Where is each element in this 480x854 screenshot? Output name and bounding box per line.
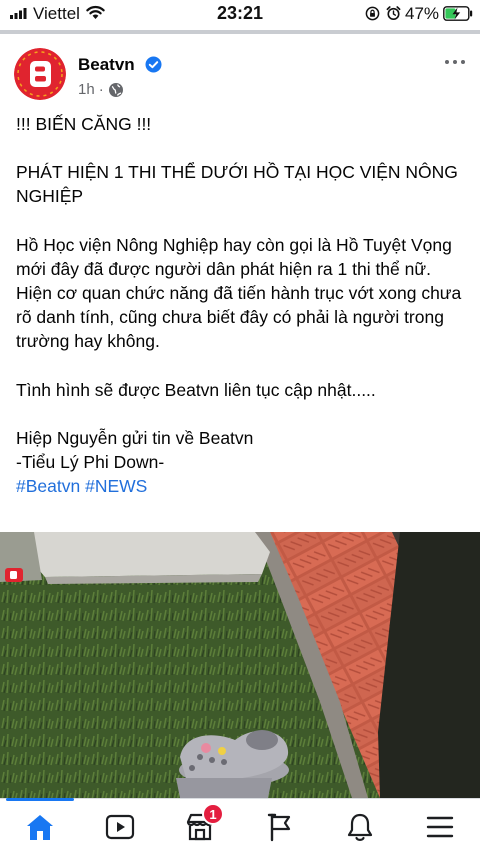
nav-home[interactable] (20, 809, 60, 845)
avatar[interactable] (14, 48, 66, 100)
post-age[interactable]: 1h (78, 81, 95, 98)
nav-pages[interactable] (260, 809, 300, 845)
post-meta: 1h · (78, 81, 124, 98)
hashtag-link[interactable]: #NEWS (85, 476, 147, 496)
post-author[interactable]: Beatvn (78, 55, 135, 75)
bottom-nav: 1 (0, 798, 480, 854)
more-dot-icon (453, 60, 457, 64)
rotation-lock-icon (365, 6, 380, 21)
beatvn-logo-icon (14, 48, 66, 100)
post-photo-image (0, 532, 480, 798)
post-header: Beatvn 1h · (0, 40, 480, 106)
more-dot-icon (445, 60, 449, 64)
more-dot-icon (461, 60, 465, 64)
globe-icon (108, 82, 123, 97)
post-text: !!! BIẾN CĂNG !!! PHÁT HIỆN 1 THI THỂ DƯ… (16, 112, 466, 498)
battery-percent: 47% (405, 4, 440, 23)
hashtag-link[interactable]: #Beatvn (16, 476, 80, 496)
pages-flag-icon (267, 813, 291, 842)
video-icon (105, 814, 135, 840)
meta-separator: · (98, 81, 104, 98)
nav-notifications[interactable] (340, 809, 380, 845)
nav-menu[interactable] (420, 809, 460, 845)
menu-icon (426, 816, 454, 838)
alarm-icon (386, 6, 401, 20)
nav-marketplace[interactable]: 1 (180, 803, 224, 845)
post-body: Hồ Học viện Nông Nghiệp hay còn gọi là H… (16, 234, 462, 352)
active-tab-indicator (6, 798, 74, 801)
post-headline: !!! BIẾN CĂNG !!! (16, 114, 152, 134)
marketplace-badge: 1 (202, 803, 224, 825)
post-more-options-button[interactable] (442, 52, 468, 72)
verified-badge-icon (145, 56, 162, 73)
post-credit-line: -Tiểu Lý Phi Down- (16, 452, 165, 473)
post-photo[interactable] (0, 532, 480, 798)
post-title: PHÁT HIỆN 1 THI THỂ DƯỚI HỒ TẠI HỌC VIỆN… (16, 162, 458, 207)
battery-icon (443, 6, 473, 21)
post-hashtags: #Beatvn #NEWS (16, 474, 466, 498)
feed-divider (0, 30, 480, 34)
notifications-bell-icon (347, 813, 373, 841)
post-credit-line: Hiệp Nguyễn gửi tin về Beatvn (16, 427, 254, 448)
status-bar: Viettel 23:21 47% (0, 0, 480, 28)
home-icon (27, 815, 53, 840)
nav-video[interactable] (100, 809, 140, 845)
post-update-note: Tình hình sẽ được Beatvn liên tục cập nh… (16, 379, 376, 400)
